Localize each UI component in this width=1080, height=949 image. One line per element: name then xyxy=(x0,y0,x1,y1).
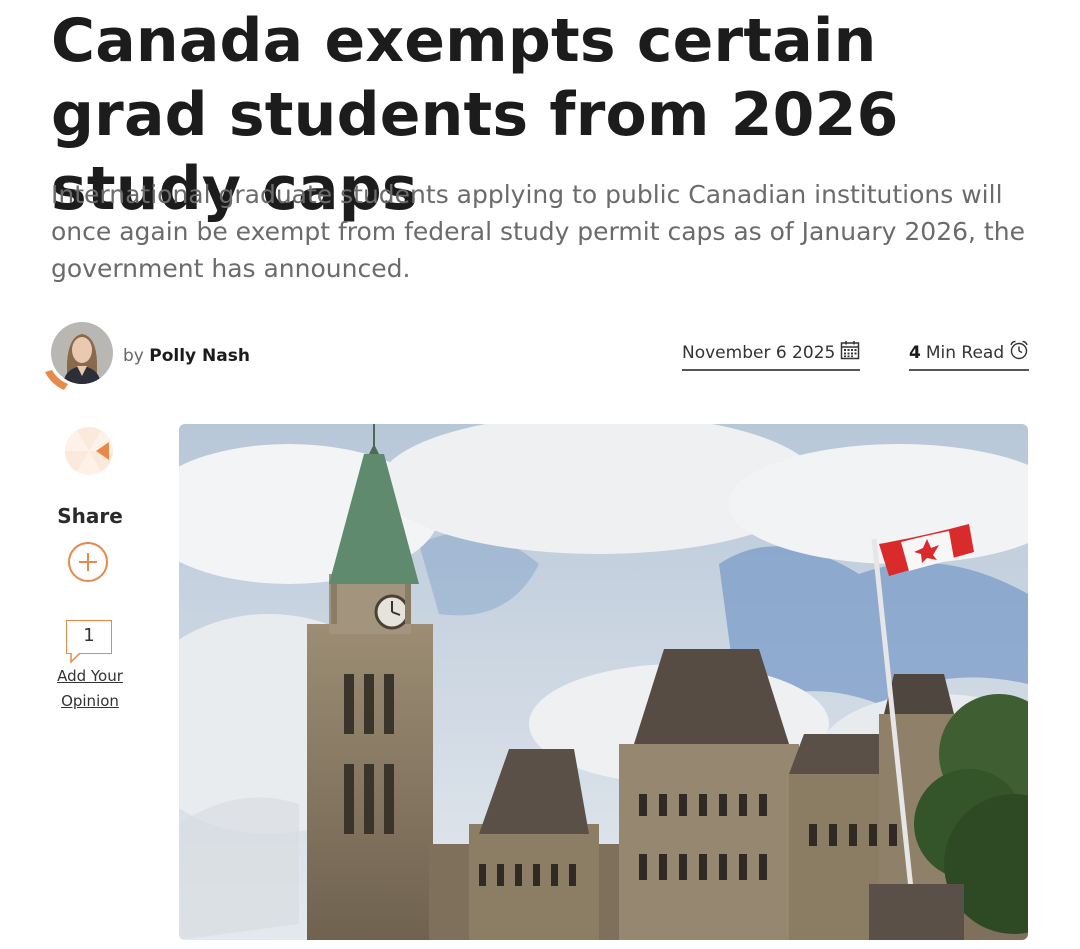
calendar-icon xyxy=(840,340,860,365)
read-time-minutes: 4 xyxy=(909,342,921,363)
share-label: Share xyxy=(57,504,123,528)
alarm-clock-icon xyxy=(1009,340,1029,365)
article-standfirst: International graduate students applying… xyxy=(51,180,1025,283)
author-photo xyxy=(51,322,113,384)
loading-spinner-icon xyxy=(64,426,114,476)
author-name-link[interactable]: Polly Nash xyxy=(149,346,250,366)
add-opinion-line1: Add Your xyxy=(57,667,123,685)
author-meta-row: by Polly Nash November 6 2025 4 Min Read xyxy=(44,320,1034,390)
add-opinion-link[interactable]: Add Your Opinion xyxy=(40,664,140,714)
byline-prefix: by xyxy=(123,346,144,366)
author-avatar[interactable] xyxy=(44,320,116,392)
read-time: 4 Min Read xyxy=(909,340,1030,371)
byline: by Polly Nash xyxy=(123,346,250,366)
plus-icon xyxy=(79,553,97,571)
speech-bubble-icon xyxy=(70,653,81,663)
comment-count-badge[interactable]: 1 xyxy=(66,620,112,654)
add-opinion-line2: Opinion xyxy=(61,692,119,710)
publish-date: November 6 2025 xyxy=(682,340,861,371)
publish-date-text: November 6 2025 xyxy=(682,342,836,363)
read-time-label: Min Read xyxy=(925,342,1005,363)
share-plus-button[interactable] xyxy=(68,542,108,582)
hero-image-parliament xyxy=(179,424,1028,940)
